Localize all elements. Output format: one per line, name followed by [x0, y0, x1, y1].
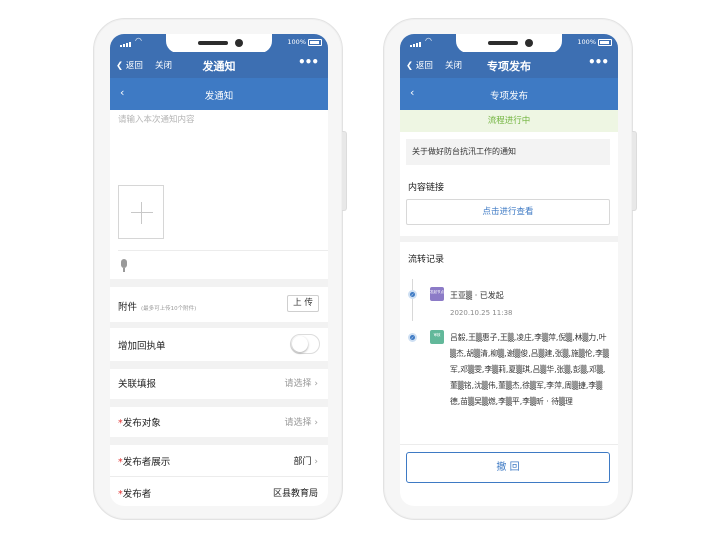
battery-icon	[308, 39, 322, 46]
divider	[118, 250, 328, 251]
target-select[interactable]: 请选择 ›	[285, 415, 319, 428]
notice-content-input[interactable]: 请输入本次通知内容	[118, 113, 195, 125]
section-gap	[110, 437, 328, 445]
section-gap	[110, 399, 328, 407]
receipt-label: 增加回执单	[118, 341, 166, 352]
publisher-label: *发布者	[118, 489, 152, 500]
phone-frame-left: ◠ 100% ❮ 返回 关闭 发通知 ••• ‹ 发通知 请输入本次通知内容 附…	[93, 18, 347, 520]
sub-header-title: 发通知	[204, 91, 234, 102]
add-image-button[interactable]	[118, 185, 164, 239]
battery-level: 100%	[577, 38, 596, 46]
sub-header-title: 专项发布	[489, 91, 528, 102]
sub-header: ‹ 发通知	[110, 78, 328, 110]
speaker-icon	[198, 41, 228, 45]
battery-icon	[598, 39, 612, 46]
nav-title: 发通知	[202, 60, 236, 73]
wifi-icon: ◠	[135, 36, 142, 45]
battery-level: 100%	[287, 38, 306, 46]
notice-title-box: 关于做好防台抗汛工作的通知	[406, 139, 610, 165]
record-time: 2020.10.25 11:38	[450, 309, 513, 317]
phone-notch	[166, 34, 272, 53]
phone-side-button	[342, 131, 347, 211]
chevron-right-icon: ›	[314, 457, 318, 467]
wifi-icon: ◠	[425, 36, 432, 45]
publisher-value: 区县教育局	[272, 489, 318, 499]
camera-icon	[525, 39, 533, 47]
chevron-right-icon: ›	[314, 379, 318, 389]
screen-send-notice: ◠ 100% ❮ 返回 关闭 发通知 ••• ‹ 发通知 请输入本次通知内容 附…	[110, 34, 328, 506]
content-link-label: 内容链接	[408, 183, 445, 193]
camera-icon	[235, 39, 243, 47]
view-content-button[interactable]: 点击进行查看	[406, 199, 610, 225]
phone-side-button	[632, 131, 637, 211]
signal-icon	[410, 39, 422, 47]
timeline-check-icon: ✓	[408, 333, 417, 342]
sub-header: ‹ 专项发布	[400, 78, 618, 110]
more-icon[interactable]: •••	[588, 55, 609, 69]
nav-bar: ❮ 返回 关闭 发通知 •••	[110, 52, 328, 78]
flow-status-banner: 流程进行中	[400, 110, 618, 132]
phone-notch	[456, 34, 562, 53]
divider	[400, 444, 618, 445]
section-gap	[110, 279, 328, 287]
timeline-check-icon: ✓	[408, 290, 417, 299]
attachment-hint: (最多可上传10个附件)	[141, 306, 197, 312]
target-label: *发布对象	[118, 418, 161, 429]
signal-icon	[120, 39, 132, 47]
section-gap	[110, 322, 328, 328]
display-label: *发布者展示	[118, 457, 171, 468]
phone-frame-right: ◠ 100% ❮ 返回 关闭 专项发布 ••• ‹ 专项发布 流程进行中 关于做…	[383, 18, 637, 520]
screen-special-release: ◠ 100% ❮ 返回 关闭 专项发布 ••• ‹ 专项发布 流程进行中 关于做…	[400, 34, 618, 506]
speaker-icon	[488, 41, 518, 45]
upload-button[interactable]: 上 传	[287, 295, 319, 312]
fill-select[interactable]: 请选择 ›	[285, 376, 319, 389]
more-icon[interactable]: •••	[298, 55, 319, 69]
review-badge: 审核	[430, 330, 444, 344]
attachment-row: 附件 (最多可上传10个附件)	[118, 302, 197, 313]
nav-title: 专项发布	[487, 60, 531, 73]
divider	[110, 476, 328, 477]
record-initiator: 王亚▒ · 已发起	[450, 291, 504, 300]
microphone-icon[interactable]	[120, 259, 128, 272]
display-select[interactable]: 部门 ›	[294, 454, 319, 467]
section-gap	[400, 236, 618, 242]
timeline-line	[412, 279, 413, 321]
toggle-knob	[292, 336, 308, 352]
section-gap	[110, 361, 328, 369]
initiator-badge: 发起节点	[430, 287, 444, 301]
nav-bar: ❮ 返回 关闭 专项发布 •••	[400, 52, 618, 78]
records-label: 流转记录	[408, 255, 445, 265]
fill-label: 关联填报	[118, 379, 157, 390]
recall-button[interactable]: 撤 回	[406, 452, 610, 483]
receipt-toggle[interactable]	[290, 334, 320, 354]
chevron-right-icon: ›	[314, 418, 318, 428]
record-reviewers: 吕毅,王▒惠子,王▒,凌庄,李▒萍,倪▒,林▒力,叶▒杰,胡▒清,柳▒,谢▒俊,…	[450, 333, 609, 406]
